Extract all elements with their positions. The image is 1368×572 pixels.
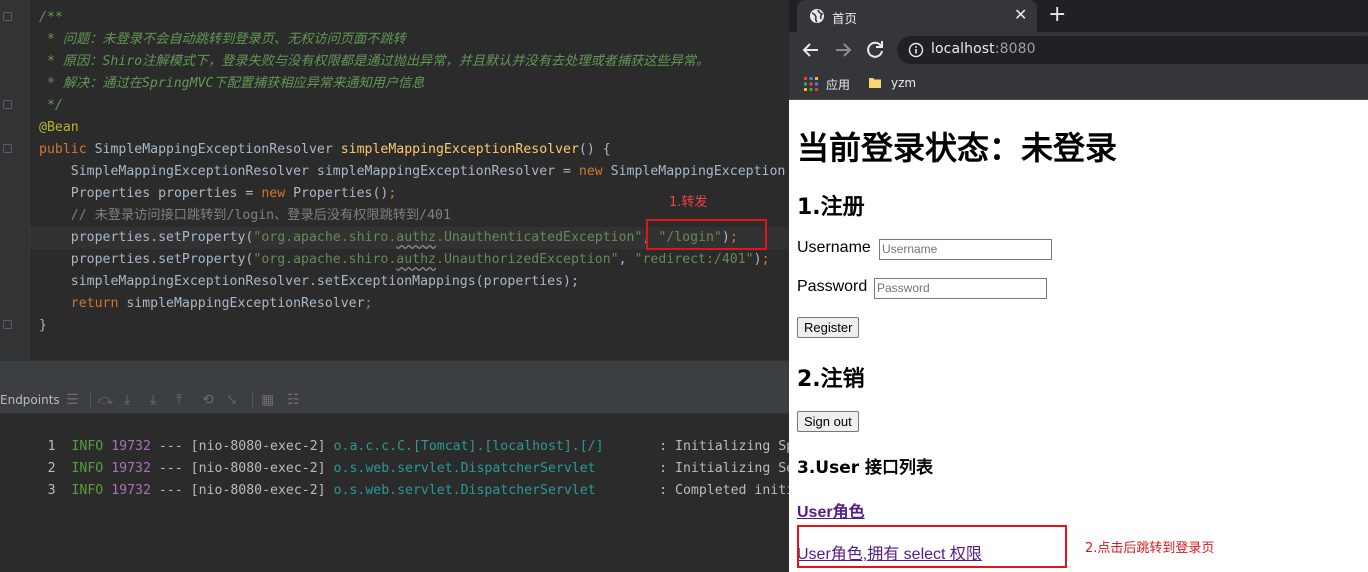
annotation-label-forward: 1.转发 <box>669 195 708 210</box>
globe-icon <box>810 9 824 23</box>
code-line[interactable]: /** <box>30 7 789 29</box>
password-label: Password <box>797 278 868 295</box>
code-line[interactable]: } <box>30 315 789 337</box>
apps-grid-icon[interactable] <box>804 77 818 91</box>
menu-icon[interactable]: ☰ <box>66 391 79 409</box>
address-bar[interactable]: localhost:8080 <box>897 36 1368 64</box>
code-editor[interactable]: /** * 问题：未登录不会自动跳转到登录页、无权访问页面不跳转 * 原因：Sh… <box>30 0 789 360</box>
clear-icon[interactable]: ⤥ <box>228 391 236 409</box>
browser-toolbar: localhost:8080 <box>789 32 1368 68</box>
code-line[interactable]: */ <box>30 95 789 117</box>
log-line: 1 INFO 19732 --- [nio-8080-exec-2] o.a.c… <box>47 439 789 454</box>
code-line[interactable]: simpleMappingExceptionResolver.setExcept… <box>30 271 789 293</box>
info-icon[interactable] <box>908 42 924 58</box>
editor-gutter <box>0 0 30 360</box>
endpoints-tab[interactable]: Endpoints <box>0 393 60 407</box>
logout-heading: 2.注销 <box>797 367 865 392</box>
close-icon[interactable]: ✕ <box>1014 5 1027 25</box>
bookmark-apps[interactable]: 应用 <box>826 76 850 93</box>
link-user-role[interactable]: User角色 <box>797 498 865 522</box>
tab-title: 首页 <box>832 11 858 26</box>
settings-icon[interactable]: ☷ <box>287 391 300 409</box>
annotation-label-redirect: 2.点击后跳转到登录页 <box>1085 541 1215 556</box>
log-line: 2 INFO 19732 --- [nio-8080-exec-2] o.s.w… <box>47 461 789 476</box>
log-line: 3 INFO 19732 --- [nio-8080-exec-2] o.s.w… <box>47 483 789 498</box>
grid-icon[interactable]: ▦ <box>261 391 274 409</box>
run-panel-toolbar: Endpoints ☰ ⤼ ⤓ ⤓ ⤒ ⟲ ⤥ ▦ ☷ <box>0 387 789 414</box>
scroll-to-end-icon[interactable]: ⤓ <box>124 391 130 409</box>
restore-icon[interactable]: ⟲ <box>202 391 214 409</box>
annotation-box-forward <box>646 219 767 250</box>
annotation-box-redirect <box>797 525 1067 568</box>
code-line[interactable]: * 原因：Shiro注解模式下，登录失败与没有权限都是通过抛出异常，并且默认并没… <box>30 51 789 73</box>
api-list-heading: 3.User 接口列表 <box>797 458 934 478</box>
code-line[interactable]: @Bean <box>30 117 789 139</box>
url-text: localhost:8080 <box>931 41 1036 57</box>
code-line[interactable]: * 问题：未登录不会自动跳转到登录页、无权访问页面不跳转 <box>30 29 789 51</box>
fold-marker-icon[interactable] <box>3 320 12 329</box>
register-heading: 1.注册 <box>797 195 865 220</box>
sign-out-button[interactable]: Sign out <box>797 411 859 432</box>
new-tab-icon[interactable]: + <box>1048 3 1066 27</box>
bookmarks-bar: 应用 yzm <box>789 68 1368 100</box>
tab-strip: 首页 ✕ + <box>789 0 1368 32</box>
forward-icon[interactable] <box>831 38 855 62</box>
code-line[interactable]: properties.setProperty("org.apache.shiro… <box>30 249 789 271</box>
username-input[interactable]: Username <box>879 239 1052 260</box>
soft-wrap-icon[interactable]: ⤼ <box>98 391 113 409</box>
code-line[interactable]: return simpleMappingExceptionResolver; <box>30 293 789 315</box>
folder-icon[interactable] <box>868 76 882 90</box>
ide-window: /** * 问题：未登录不会自动跳转到登录页、无权访问页面不跳转 * 原因：Sh… <box>0 0 789 572</box>
password-input[interactable]: Password <box>874 278 1047 299</box>
fold-marker-icon[interactable] <box>3 12 12 21</box>
login-status-title: 当前登录状态：未登录 <box>797 129 1118 167</box>
console-output[interactable]: 1 INFO 19732 --- [nio-8080-exec-2] o.a.c… <box>0 414 789 572</box>
panel-divider[interactable] <box>0 360 789 387</box>
toolbar-separator <box>252 392 253 408</box>
upload-icon[interactable]: ⤒ <box>176 391 182 409</box>
browser-window: 首页 ✕ + localhost:8080 应用 yzm 当前登录状态：未登录 … <box>789 0 1368 572</box>
bookmark-folder-yzm[interactable]: yzm <box>891 76 916 90</box>
reload-icon[interactable] <box>863 38 887 62</box>
code-line[interactable]: * 解决：通过在SpringMVC下配置捕获相应异常来通知用户信息 <box>30 73 789 95</box>
fold-marker-icon[interactable] <box>3 144 12 153</box>
fold-marker-icon[interactable] <box>3 100 12 109</box>
register-button[interactable]: Register <box>797 317 860 338</box>
username-label: Username <box>797 239 871 256</box>
browser-tab[interactable]: 首页 ✕ <box>797 0 1037 32</box>
code-line[interactable]: public SimpleMappingExceptionResolver si… <box>30 139 789 161</box>
download-icon[interactable]: ⤓ <box>150 391 156 409</box>
code-line[interactable]: SimpleMappingExceptionResolver simpleMap… <box>30 161 789 183</box>
page-content: 当前登录状态：未登录 1.注册 Username Username Passwo… <box>789 101 1368 572</box>
back-icon[interactable] <box>799 38 823 62</box>
toolbar-separator <box>90 392 91 408</box>
